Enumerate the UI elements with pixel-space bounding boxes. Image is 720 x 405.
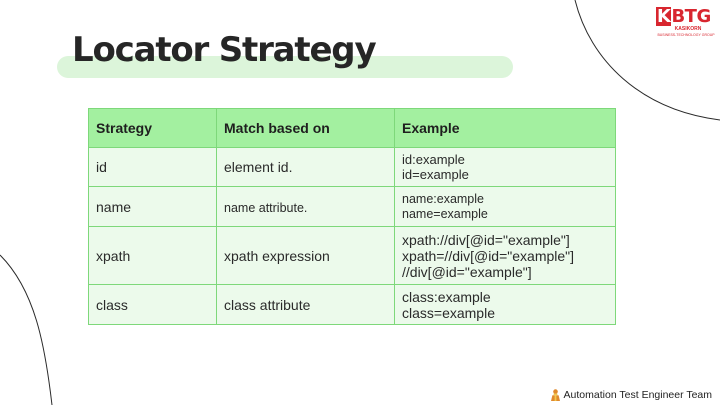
cell-match: name attribute. <box>216 186 395 227</box>
footer-team: Automation Test Engineer Team <box>563 389 712 401</box>
header-example: Example <box>394 108 616 148</box>
cell-example: class:example class=example <box>394 284 616 325</box>
cell-strategy: name <box>88 186 217 227</box>
example-line: name:example <box>402 191 484 206</box>
table-header-row: Strategy Match based on Example <box>88 108 616 148</box>
cell-strategy: class <box>88 284 217 325</box>
logo-wordmark: KBTG <box>656 7 711 26</box>
header-strategy: Strategy <box>88 108 217 148</box>
example-line: name=example <box>402 206 488 221</box>
logo-rest: BTG <box>671 6 711 27</box>
cell-match: class attribute <box>216 284 395 325</box>
footer: Automation Test Engineer Team <box>550 389 712 401</box>
person-icon <box>550 389 560 401</box>
table-row: name name attribute. name:example name=e… <box>88 186 616 227</box>
logo-subtitle-2: BUSINESS-TECHNOLOGY GROUP <box>657 33 715 37</box>
header-match: Match based on <box>216 108 395 148</box>
slide-title: Locator Strategy <box>72 30 377 70</box>
example-line: id:example <box>402 152 465 167</box>
table-row: id element id. id:example id=example <box>88 147 616 187</box>
example-line: xpath=//div[@id="example"] <box>402 247 575 264</box>
example-line: //div[@id="example"] <box>402 263 532 280</box>
example-line: id=example <box>402 167 469 182</box>
cell-example: id:example id=example <box>394 147 616 187</box>
cell-match: xpath expression <box>216 226 395 285</box>
cell-match: element id. <box>216 147 395 187</box>
cell-strategy: id <box>88 147 217 187</box>
cell-strategy: xpath <box>88 226 217 285</box>
cell-example: xpath://div[@id="example"] xpath=//div[@… <box>394 226 616 285</box>
logo-subtitle-1: KASIKORN <box>674 26 702 32</box>
table-row: xpath xpath expression xpath://div[@id="… <box>88 226 616 285</box>
example-line: xpath://div[@id="example"] <box>402 231 570 248</box>
logo-k: K <box>656 6 672 27</box>
example-line: class=example <box>402 304 495 321</box>
kbtg-logo: KBTG KASIKORN BUSINESS-TECHNOLOGY GROUP <box>656 7 716 37</box>
locator-table: Strategy Match based on Example id eleme… <box>88 108 616 325</box>
cell-example: name:example name=example <box>394 186 616 227</box>
example-line: class:example <box>402 288 491 305</box>
table-row: class class attribute class:example clas… <box>88 284 616 325</box>
cell-match-text: name attribute. <box>224 200 308 215</box>
